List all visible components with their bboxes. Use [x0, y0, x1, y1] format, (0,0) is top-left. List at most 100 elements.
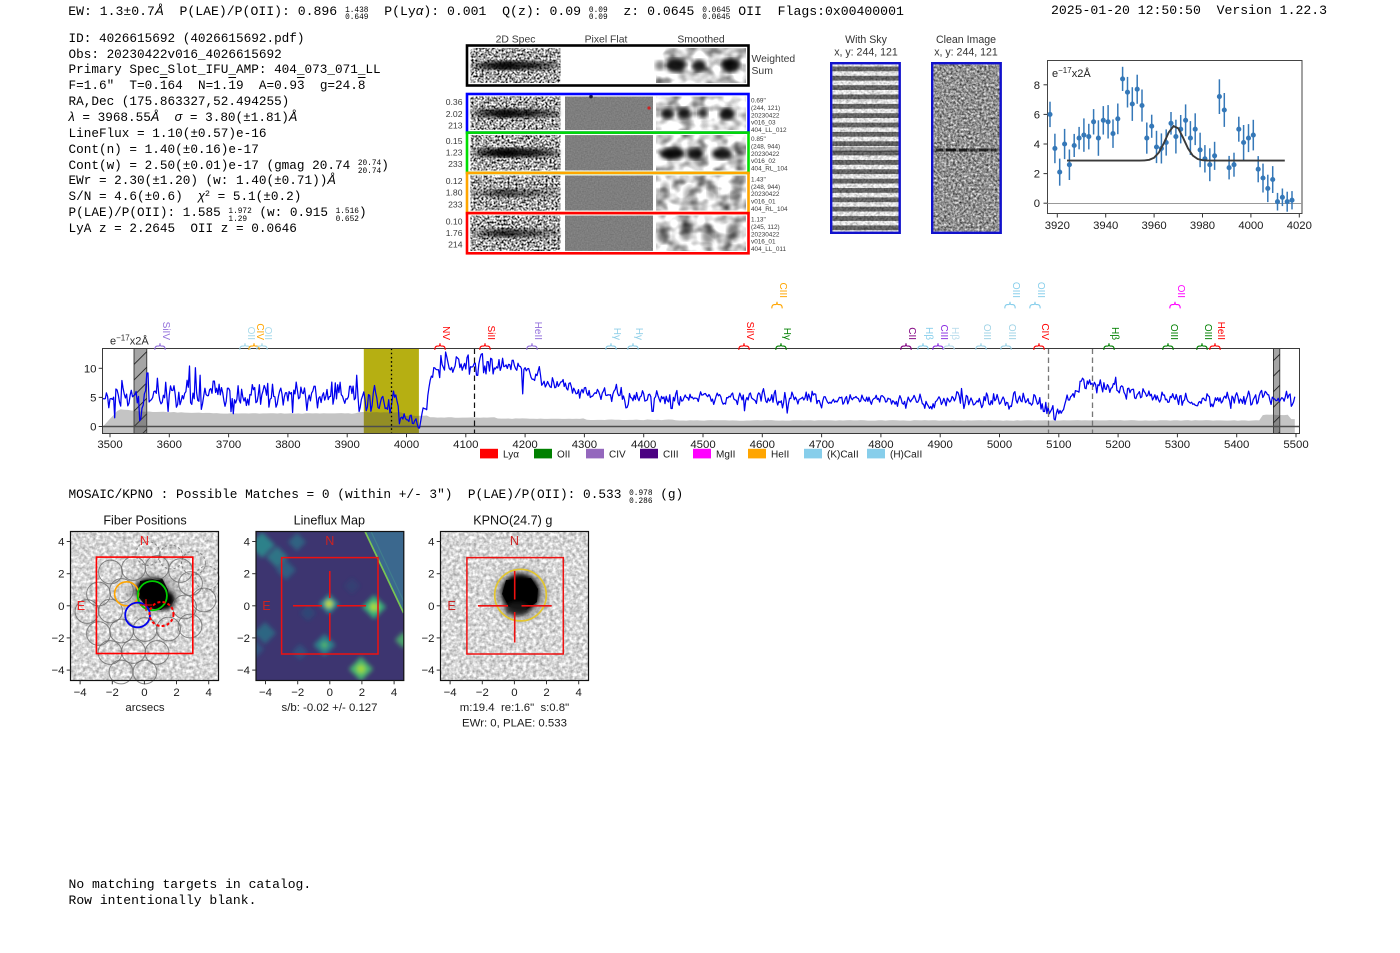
svg-text:E: E: [77, 599, 85, 613]
svg-text:3700: 3700: [216, 439, 241, 451]
svg-text:404_RL_104: 404_RL_104: [751, 206, 788, 213]
svg-text:v016_01: v016_01: [751, 199, 776, 206]
svg-text:m:19.4 re:1.6" s:0.8": m:19.4 re:1.6" s:0.8": [460, 702, 569, 714]
svg-text:Hγ: Hγ: [611, 328, 622, 340]
svg-text:2: 2: [173, 687, 179, 699]
svg-text:4: 4: [206, 687, 212, 699]
svg-text:1.43": 1.43": [751, 177, 766, 184]
svg-text:e−17x2Å: e−17x2Å: [110, 334, 149, 348]
svg-text:4900: 4900: [928, 439, 953, 451]
svg-text:5: 5: [90, 392, 96, 404]
svg-text:5300: 5300: [1165, 439, 1190, 451]
svg-text:Smoothed: Smoothed: [677, 35, 725, 46]
svg-text:SiII: SiII: [485, 326, 496, 340]
svg-text:0.15: 0.15: [446, 136, 463, 146]
svg-text:4: 4: [391, 687, 397, 699]
svg-text:Lineflux Map: Lineflux Map: [294, 514, 365, 528]
svg-text:4020: 4020: [1287, 220, 1312, 232]
svg-text:8: 8: [1034, 80, 1040, 92]
svg-text:E: E: [262, 599, 270, 613]
svg-text:Hβ: Hβ: [949, 327, 960, 340]
svg-text:6: 6: [1034, 109, 1040, 121]
svg-text:5200: 5200: [1105, 439, 1130, 451]
svg-text:v016_02: v016_02: [751, 158, 776, 165]
svg-text:20230422: 20230422: [751, 112, 780, 119]
svg-text:Weighted: Weighted: [752, 54, 796, 65]
svg-text:(244, 121): (244, 121): [751, 105, 780, 112]
svg-text:NV: NV: [440, 326, 451, 340]
svg-text:x, y: 244, 121: x, y: 244, 121: [934, 46, 998, 58]
svg-text:3600: 3600: [157, 439, 182, 451]
svg-text:OIII: OIII: [1202, 324, 1213, 340]
svg-text:CIII: CIII: [663, 450, 679, 461]
svg-text:2: 2: [244, 569, 250, 581]
svg-text:OIII: OIII: [1168, 324, 1179, 340]
svg-text:−4: −4: [74, 687, 87, 699]
svg-text:233: 233: [448, 159, 463, 169]
svg-text:213: 213: [448, 120, 463, 130]
svg-text:2D Spec: 2D Spec: [496, 35, 536, 46]
svg-text:20230422: 20230422: [751, 151, 780, 158]
svg-text:1.13": 1.13": [751, 217, 766, 224]
svg-text:20230422: 20230422: [751, 231, 780, 238]
svg-text:0: 0: [511, 687, 517, 699]
svg-text:HeII: HeII: [771, 450, 789, 461]
svg-text:2: 2: [1034, 169, 1040, 181]
svg-text:Hβ: Hβ: [923, 327, 934, 340]
svg-text:0: 0: [244, 601, 250, 613]
svg-text:2: 2: [543, 687, 549, 699]
svg-text:Pixel Flat: Pixel Flat: [585, 35, 628, 46]
svg-text:x, y: 244, 121: x, y: 244, 121: [834, 46, 898, 58]
svg-text:4100: 4100: [453, 439, 478, 451]
svg-text:(248, 944): (248, 944): [751, 184, 780, 191]
svg-text:N: N: [325, 534, 334, 548]
svg-text:5100: 5100: [1046, 439, 1071, 451]
svg-text:3980: 3980: [1190, 220, 1215, 232]
svg-text:s/b: -0.02 +/- 0.127: s/b: -0.02 +/- 0.127: [282, 702, 378, 714]
svg-text:OIII: OIII: [1035, 282, 1046, 298]
svg-text:0: 0: [428, 601, 434, 613]
svg-text:214: 214: [448, 240, 463, 250]
svg-text:4000: 4000: [1238, 220, 1263, 232]
svg-text:OII: OII: [262, 327, 273, 340]
svg-text:SiIV: SiIV: [160, 322, 171, 341]
svg-text:Fiber Positions: Fiber Positions: [103, 514, 186, 528]
svg-text:0.36: 0.36: [446, 97, 463, 107]
svg-text:2.02: 2.02: [446, 109, 463, 119]
svg-text:N: N: [140, 534, 149, 548]
svg-text:HeII: HeII: [1215, 322, 1226, 340]
svg-text:2: 2: [58, 569, 64, 581]
svg-text:(248, 944): (248, 944): [751, 144, 780, 151]
svg-text:2: 2: [428, 569, 434, 581]
svg-text:0: 0: [58, 601, 64, 613]
svg-text:20230422: 20230422: [751, 191, 780, 198]
svg-text:Clean Image: Clean Image: [936, 34, 996, 46]
svg-text:e−17x2Å: e−17x2Å: [1052, 66, 1091, 80]
svg-text:2: 2: [359, 687, 365, 699]
svg-text:4: 4: [1034, 139, 1040, 151]
svg-text:1.80: 1.80: [446, 188, 463, 198]
svg-text:OII: OII: [1175, 285, 1186, 298]
svg-text:Sum: Sum: [752, 66, 773, 77]
svg-text:−4: −4: [259, 687, 272, 699]
svg-text:−2: −2: [422, 633, 435, 645]
svg-text:404_LL_012: 404_LL_012: [751, 127, 787, 134]
svg-text:3900: 3900: [335, 439, 360, 451]
svg-text:3960: 3960: [1142, 220, 1167, 232]
svg-text:0.12: 0.12: [446, 176, 463, 186]
svg-text:4: 4: [428, 537, 434, 549]
svg-text:−2: −2: [52, 633, 65, 645]
svg-text:0: 0: [1034, 198, 1040, 210]
svg-text:E: E: [447, 599, 455, 613]
svg-text:4000: 4000: [394, 439, 419, 451]
svg-text:N: N: [510, 534, 519, 548]
svg-text:(245, 112): (245, 112): [751, 224, 780, 231]
svg-text:CIII: CIII: [777, 282, 788, 298]
svg-text:10: 10: [84, 363, 97, 375]
svg-text:v016_01: v016_01: [751, 239, 776, 246]
svg-text:CII: CII: [906, 327, 917, 340]
svg-text:v016_03: v016_03: [751, 120, 776, 127]
svg-text:Lyα: Lyα: [503, 450, 519, 461]
svg-text:SiIV: SiIV: [744, 322, 755, 341]
svg-text:3500: 3500: [97, 439, 122, 451]
